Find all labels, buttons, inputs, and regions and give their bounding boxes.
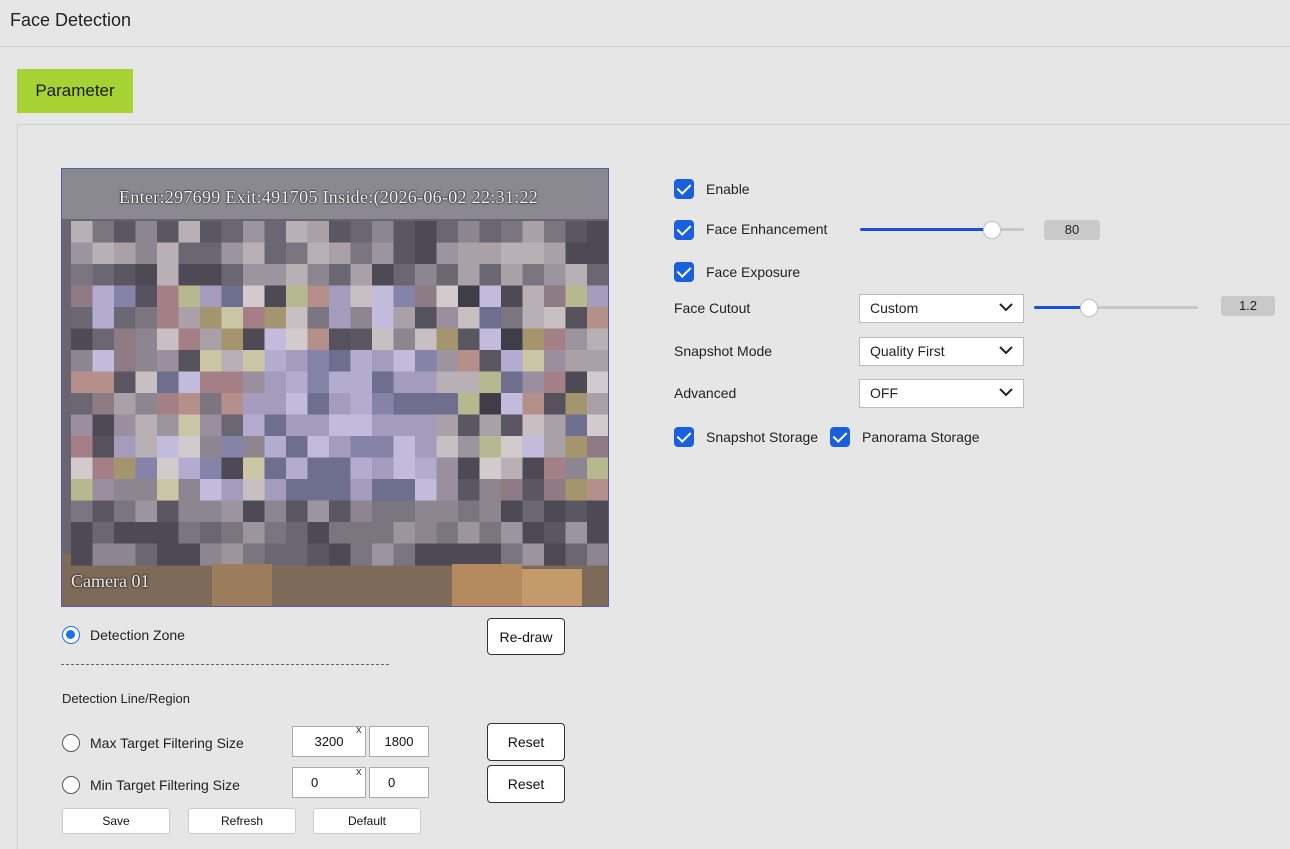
section-divider (61, 664, 389, 665)
enable-checkbox[interactable] (674, 179, 694, 199)
detection-zone-radio[interactable] (62, 626, 80, 644)
detection-line-heading: Detection Line/Region (62, 691, 190, 706)
refresh-button[interactable]: Refresh (188, 808, 296, 834)
face-cutout-slider-thumb[interactable] (1080, 299, 1098, 317)
snapshot-storage-label: Snapshot Storage (706, 429, 819, 445)
default-button[interactable]: Default (313, 808, 421, 834)
video-preview[interactable]: Enter:297699 Exit:491705 Inside:(2026-06… (61, 168, 609, 607)
advanced-selected-value: OFF (870, 385, 898, 401)
save-button[interactable]: Save (62, 808, 170, 834)
tab-parameter[interactable]: Parameter (17, 69, 133, 113)
page-title: Face Detection (10, 10, 132, 30)
face-enhancement-slider-fill (860, 228, 991, 231)
face-enhancement-slider-thumb[interactable] (983, 221, 1001, 239)
face-cutout-selected-value: Custom (870, 300, 919, 316)
advanced-select[interactable]: OFF (859, 379, 1024, 408)
advanced-label: Advanced (674, 385, 737, 401)
face-exposure-checkbox[interactable] (674, 262, 694, 282)
face-cutout-select[interactable]: Custom (859, 294, 1024, 323)
detection-zone-label: Detection Zone (90, 627, 185, 643)
max-width-input[interactable]: 3200 (292, 726, 366, 757)
max-height-input[interactable]: 1800 (369, 726, 429, 757)
pixelated-camera-image (62, 169, 608, 606)
redraw-button[interactable]: Re-draw (487, 618, 565, 655)
title-divider (0, 46, 1290, 47)
snapshot-storage-checkbox[interactable] (674, 427, 694, 447)
face-enhancement-value: 80 (1044, 220, 1100, 240)
max-filter-label: Max Target Filtering Size (90, 735, 244, 751)
max-filter-radio[interactable] (62, 734, 80, 752)
panorama-storage-checkbox[interactable] (830, 427, 850, 447)
face-cutout-value: 1.2 (1221, 296, 1275, 316)
max-reset-button[interactable]: Reset (487, 723, 565, 761)
min-reset-button[interactable]: Reset (487, 765, 565, 803)
face-enhancement-slider[interactable] (860, 221, 1024, 239)
face-enhancement-label: Face Enhancement (706, 221, 828, 237)
face-exposure-label: Face Exposure (706, 264, 801, 280)
osd-counter-text: Enter:297699 Exit:491705 Inside:(2026-06… (119, 187, 539, 207)
min-size-separator: x (356, 766, 362, 778)
face-cutout-slider[interactable] (1034, 299, 1198, 317)
osd-camera-name: Camera 01 (71, 571, 150, 591)
enable-label: Enable (706, 181, 750, 197)
max-size-separator: x (356, 724, 362, 736)
face-enhancement-checkbox[interactable] (674, 220, 694, 240)
snapshot-mode-select[interactable]: Quality First (859, 337, 1024, 366)
min-filter-radio[interactable] (62, 776, 80, 794)
chevron-down-icon (999, 303, 1013, 312)
snapshot-mode-selected-value: Quality First (870, 343, 945, 359)
min-height-input[interactable]: 0 (369, 767, 429, 798)
min-width-input[interactable]: 0 (292, 767, 366, 798)
chevron-down-icon (999, 388, 1013, 397)
panorama-storage-label: Panorama Storage (862, 429, 980, 445)
min-filter-label: Min Target Filtering Size (90, 777, 240, 793)
snapshot-mode-label: Snapshot Mode (674, 343, 773, 359)
face-cutout-label: Face Cutout (674, 300, 751, 316)
chevron-down-icon (999, 346, 1013, 355)
